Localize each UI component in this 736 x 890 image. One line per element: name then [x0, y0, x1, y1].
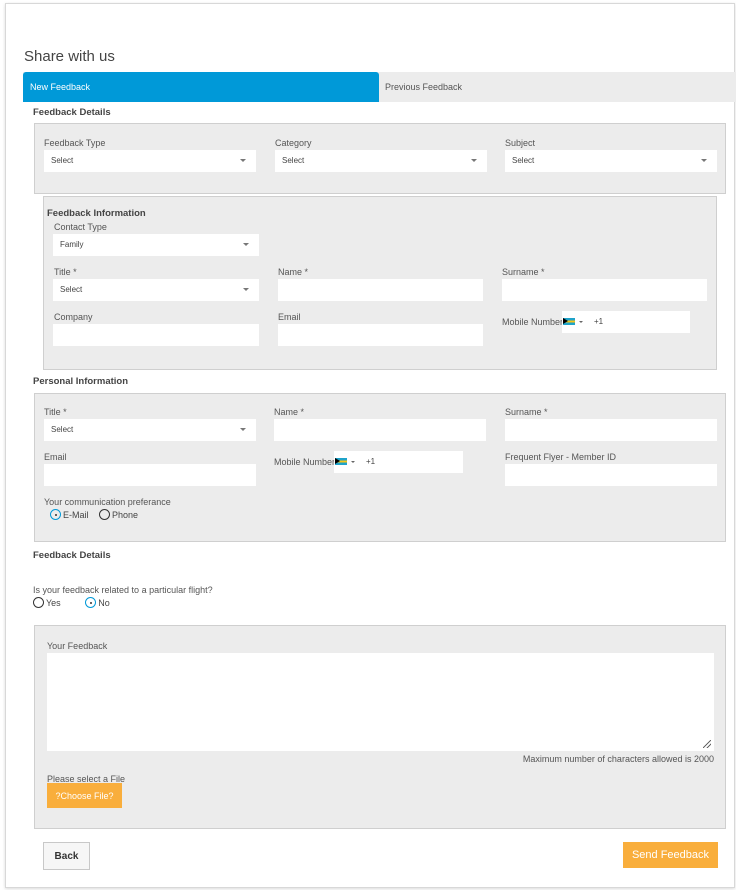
resize-handle-icon[interactable] [703, 740, 711, 748]
info-title-select[interactable]: Select [53, 279, 259, 301]
caret-down-icon [579, 321, 583, 323]
personal-title-value: Select [51, 425, 74, 434]
personal-email-label: Email [44, 452, 67, 462]
frequent-flyer-input[interactable] [505, 464, 717, 486]
bahamas-flag-icon[interactable] [335, 458, 347, 465]
communication-preference-label: Your communication preferance [44, 497, 171, 507]
info-email-label: Email [278, 312, 301, 322]
personal-title-select[interactable]: Select [44, 419, 256, 441]
send-feedback-button[interactable]: Send Feedback [623, 842, 718, 868]
personal-information-heading: Personal Information [33, 376, 129, 387]
radio-email[interactable] [50, 509, 61, 521]
personal-mobile-label: Mobile Number [274, 457, 336, 467]
subject-value: Select [512, 156, 535, 165]
flight-question-label: Is your feedback related to a particular… [33, 585, 213, 595]
feedback-page: Share with us New Feedback Previous Feed… [5, 3, 736, 888]
flight-related-group: Yes No [33, 597, 118, 609]
frequent-flyer-label: Frequent Flyer - Member ID [505, 452, 617, 462]
personal-email-input[interactable] [44, 464, 256, 486]
feedback-details-2-heading: Feedback Details [33, 550, 111, 561]
info-surname-input[interactable] [502, 279, 707, 301]
feedback-type-select[interactable]: Select [44, 150, 256, 172]
personal-name-input[interactable] [274, 419, 486, 441]
tab-previous-feedback[interactable]: Previous Feedback [385, 72, 462, 102]
feedback-information-panel: Feedback Information Contact Type Family… [43, 196, 717, 370]
info-mobile-input[interactable]: +1 [562, 311, 690, 333]
chevron-down-icon [240, 159, 246, 162]
category-label: Category [275, 138, 312, 148]
contact-type-select[interactable]: Family [53, 234, 259, 256]
bahamas-flag-icon[interactable] [563, 318, 575, 325]
personal-information-panel: Title * Select Name * Surname * Email Mo… [34, 393, 726, 542]
your-feedback-textarea[interactable] [47, 653, 714, 751]
personal-surname-label: Surname * [505, 407, 548, 417]
page-title: Share with us [24, 48, 115, 65]
chevron-down-icon [243, 288, 249, 291]
subject-label: Subject [505, 138, 536, 148]
back-button[interactable]: Back [43, 842, 90, 870]
radio-yes[interactable] [33, 597, 44, 609]
tab-bar: New Feedback Previous Feedback [23, 72, 736, 102]
tab-new-feedback[interactable]: New Feedback [23, 72, 379, 102]
feedback-type-label: Feedback Type [44, 138, 106, 148]
feedback-details-heading: Feedback Details [33, 107, 111, 118]
info-company-input[interactable] [53, 324, 259, 346]
info-dial-code: +1 [594, 317, 604, 326]
info-mobile-label: Mobile Number [502, 317, 564, 327]
radio-phone-label: Phone [112, 509, 139, 520]
feedback-details-panel: Feedback Type Select Category Select Sub… [34, 123, 726, 194]
info-email-input[interactable] [278, 324, 483, 346]
your-feedback-panel: Your Feedback Maximum number of characte… [34, 625, 726, 829]
info-title-value: Select [60, 285, 83, 294]
category-value: Select [282, 156, 305, 165]
radio-email-label: E-Mail [63, 509, 89, 520]
feedback-information-heading: Feedback Information [47, 208, 146, 219]
info-name-input[interactable] [278, 279, 483, 301]
personal-mobile-input[interactable]: +1 [334, 451, 463, 473]
communication-preference-group: E-Mail Phone [50, 509, 146, 521]
choose-file-button[interactable]: ?Choose File? [47, 783, 122, 808]
contact-type-label: Contact Type [54, 222, 107, 232]
feedback-type-value: Select [51, 156, 74, 165]
personal-dial-code: +1 [366, 457, 376, 466]
chevron-down-icon [243, 243, 249, 246]
info-name-label: Name * [278, 267, 309, 277]
chevron-down-icon [701, 159, 707, 162]
personal-title-label: Title * [44, 407, 67, 417]
subject-select[interactable]: Select [505, 150, 717, 172]
max-chars-note: Maximum number of characters allowed is … [522, 754, 714, 764]
info-title-label: Title * [54, 267, 77, 277]
contact-type-value: Family [60, 240, 84, 249]
radio-yes-label: Yes [46, 597, 61, 608]
radio-phone[interactable] [99, 509, 111, 521]
radio-no[interactable] [85, 597, 97, 609]
personal-name-label: Name * [274, 407, 305, 417]
your-feedback-label: Your Feedback [47, 641, 108, 651]
info-surname-label: Surname * [502, 267, 545, 277]
category-select[interactable]: Select [275, 150, 487, 172]
caret-down-icon [351, 461, 355, 463]
personal-surname-input[interactable] [505, 419, 717, 441]
radio-no-label: No [98, 597, 110, 608]
chevron-down-icon [240, 428, 246, 431]
chevron-down-icon [471, 159, 477, 162]
info-company-label: Company [54, 312, 93, 322]
